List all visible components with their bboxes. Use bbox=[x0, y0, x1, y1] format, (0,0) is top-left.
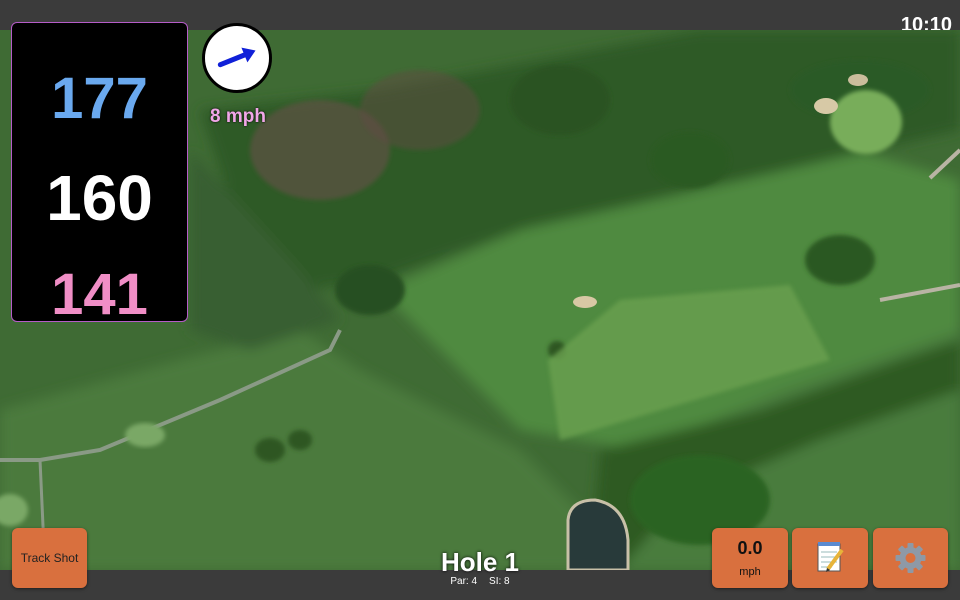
notes-button[interactable] bbox=[792, 528, 868, 588]
speed-button[interactable]: 0.0 mph bbox=[712, 528, 788, 588]
distance-panel: 177 160 141 bbox=[11, 22, 188, 327]
distance-middle: 160 bbox=[46, 162, 153, 234]
notepad-icon bbox=[817, 542, 844, 572]
hole-stroke-index: SI: 8 bbox=[489, 576, 510, 587]
distance-back: 177 bbox=[51, 66, 148, 131]
speed-value: 0.0 bbox=[737, 538, 763, 558]
speed-unit: mph bbox=[739, 566, 761, 578]
wind-indicator bbox=[202, 23, 272, 93]
settings-button[interactable] bbox=[873, 528, 948, 588]
arrow-icon bbox=[217, 47, 256, 68]
track-shot-button[interactable]: Track Shot bbox=[12, 528, 87, 588]
hole-info: Par: 4 SI: 8 bbox=[380, 576, 580, 587]
gear-icon bbox=[895, 543, 926, 573]
wind-speed: 8 mph bbox=[210, 106, 266, 127]
distance-front: 141 bbox=[51, 262, 148, 327]
hole-par: Par: 4 bbox=[450, 576, 478, 587]
hole-title: Hole 1 bbox=[440, 547, 520, 577]
